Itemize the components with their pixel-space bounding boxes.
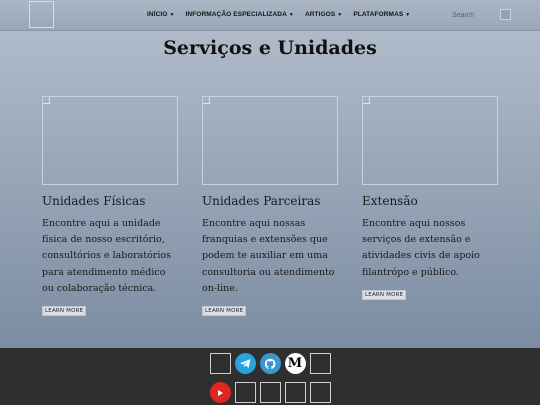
menu-item-informacao-especializada[interactable]: INFORMAÇÃO ESPECIALIZADA ▼: [186, 11, 294, 18]
menu-item-inicio[interactable]: INÍCIO ▼: [147, 11, 175, 18]
card-title: Unidades Parceiras: [202, 194, 321, 208]
medium-glyph: M: [287, 356, 303, 371]
top-navbar: INÍCIO ▼ INFORMAÇÃO ESPECIALIZADA ▼ ARTIGO…: [0, 0, 540, 31]
caret-down-icon: ▼: [169, 12, 175, 18]
caret-down-icon: ▼: [337, 12, 343, 18]
caret-down-icon: ▼: [405, 12, 411, 18]
image-icon[interactable]: [259, 382, 281, 403]
card-unidades-fisicas: Unidades Físicas Encontre aqui a unidade…: [42, 96, 182, 317]
card-description: Encontre aqui nossos serviços de extensã…: [362, 218, 480, 278]
telegram-icon[interactable]: [234, 353, 256, 374]
menu-item-plataformas[interactable]: PLATAFORMAS ▼: [353, 11, 410, 18]
youtube-icon[interactable]: [209, 382, 231, 403]
menu-item-artigos[interactable]: ARTIGOS ▼: [305, 11, 342, 18]
image-icon[interactable]: [309, 353, 331, 374]
social-links-row: [0, 382, 540, 403]
page-title: Serviços e Unidades: [163, 37, 377, 59]
menu-item-label: PLATAFORMAS: [353, 11, 404, 18]
medium-icon[interactable]: M: [284, 353, 306, 374]
search-input[interactable]: [452, 9, 496, 22]
caret-down-icon: ▼: [288, 12, 294, 18]
main-menu: INÍCIO ▼ INFORMAÇÃO ESPECIALIZADA ▼ ARTIGO…: [147, 11, 421, 18]
site-logo[interactable]: [29, 1, 54, 28]
image-icon[interactable]: [234, 382, 256, 403]
image-icon[interactable]: [309, 382, 331, 403]
menu-item-label: INÍCIO: [147, 11, 168, 18]
card-title: Unidades Físicas: [42, 194, 146, 208]
card-image: [42, 96, 178, 185]
card-description: Encontre aqui nossas franquias e extensõ…: [202, 218, 335, 294]
learn-more-button[interactable]: LEARN MORE: [42, 306, 87, 317]
card-title: Extensão: [362, 194, 418, 208]
card-image: [202, 96, 338, 185]
card-description: Encontre aqui a unidade física de nosso …: [42, 218, 171, 294]
social-links-row: M: [0, 353, 540, 374]
menu-item-label: INFORMAÇÃO ESPECIALIZADA: [185, 11, 287, 18]
search-button[interactable]: [500, 9, 511, 20]
footer: M: [0, 348, 540, 405]
github-icon[interactable]: [259, 353, 281, 374]
image-icon[interactable]: [284, 382, 306, 403]
menu-item-label: ARTIGOS: [304, 11, 336, 18]
image-icon[interactable]: [209, 353, 231, 374]
card-unidades-parceiras: Unidades Parceiras Encontre aqui nossas …: [202, 96, 342, 317]
learn-more-button[interactable]: LEARN MORE: [362, 289, 407, 300]
card-image: [362, 96, 498, 185]
learn-more-button[interactable]: LEARN MORE: [202, 306, 247, 317]
card-extensao: Extensão Encontre aqui nossos serviços d…: [362, 96, 502, 300]
